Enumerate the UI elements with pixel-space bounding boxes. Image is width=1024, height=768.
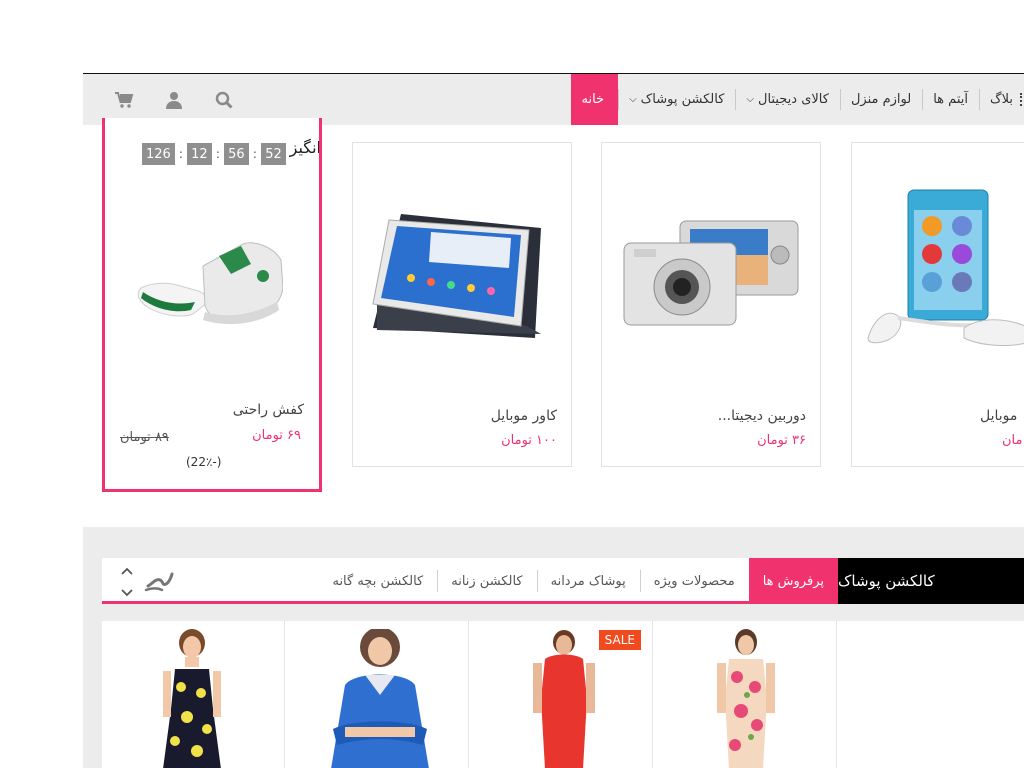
product-name[interactable]: موبایل xyxy=(980,408,1017,424)
product-card[interactable]: موبایل مان xyxy=(851,142,1024,467)
chevron-up-icon[interactable] xyxy=(121,567,133,575)
product-tile[interactable] xyxy=(653,621,837,768)
tab-men[interactable]: پوشاک مردانه xyxy=(536,558,640,604)
tab-kids[interactable]: کالکشن بچه گانه xyxy=(318,558,437,604)
music-player-image[interactable] xyxy=(864,188,1024,358)
countdown-timer: 126 : 12 : 56 : 52 xyxy=(142,143,286,165)
carousel-arrows xyxy=(120,567,134,597)
menu-item-home-appliances[interactable]: لوازم منزل xyxy=(839,74,922,125)
product-name[interactable]: دوربین دیجیتا... xyxy=(718,408,806,424)
tab-featured[interactable]: محصولات ویژه xyxy=(639,558,749,604)
product-price: ۶۹ تومان xyxy=(252,428,301,443)
product-old-price: ۸۹ تومان xyxy=(120,430,169,445)
timer-hours: 12 xyxy=(186,143,212,165)
sneaker-image[interactable] xyxy=(133,236,283,341)
timer-seconds: 52 xyxy=(260,143,286,165)
product-card[interactable]: دوربین دیجیتا... ۳۶ تومان xyxy=(601,142,821,467)
timer-minutes: 56 xyxy=(223,143,249,165)
tab-best-sellers[interactable]: پرفروش ها xyxy=(748,558,838,604)
collection-tabs: پرفروش ها محصولات ویژه پوشاک مردانه کالک… xyxy=(318,558,838,604)
menu-item-clothing[interactable]: کالکشن پوشاک ⌵ xyxy=(618,74,735,125)
floral-dress-image[interactable] xyxy=(157,629,227,768)
camera-image[interactable] xyxy=(620,215,805,330)
sale-badge: SALE xyxy=(598,630,641,650)
product-tile[interactable]: SALE xyxy=(469,621,653,768)
chevron-down-icon[interactable] xyxy=(121,589,133,597)
tablet-cover-image[interactable] xyxy=(371,208,549,343)
product-name[interactable]: کاور موبایل xyxy=(491,408,557,424)
chevron-down-icon: ⌵ xyxy=(629,94,637,105)
brand-logo-icon xyxy=(144,568,174,598)
search-icon[interactable] xyxy=(213,89,235,111)
menu-item-blog[interactable]: بلاگ xyxy=(978,74,1024,125)
collection-products: SALE xyxy=(102,621,1024,768)
menu-toggle-icon[interactable] xyxy=(1020,93,1023,106)
floral-sheath-dress-image[interactable] xyxy=(711,629,781,768)
discount-label: (22٪-) xyxy=(186,455,222,469)
special-offer-card[interactable]: انگیز 126 : 12 : 56 : 52 کفش راحتی ۶۹ تو… xyxy=(102,118,322,492)
product-price: مان xyxy=(1002,433,1023,448)
product-price: ۱۰۰ تومان xyxy=(501,433,557,448)
product-price: ۳۶ تومان xyxy=(757,433,806,448)
red-dress-image[interactable] xyxy=(529,629,599,768)
menu-item-digital[interactable]: کالای دیجیتال ⌵ xyxy=(735,74,840,125)
collection-section: کالکشن پوشاک پرفروش ها محصولات ویژه پوشا… xyxy=(83,527,1024,768)
menu-item-home[interactable]: خانه xyxy=(571,74,619,125)
cart-icon[interactable] xyxy=(113,89,135,111)
blue-sweater-image[interactable] xyxy=(325,629,435,768)
product-tile[interactable] xyxy=(285,621,469,768)
menu-item-items[interactable]: آیتم ها xyxy=(922,74,979,125)
product-name[interactable]: کفش راحتی xyxy=(233,402,304,418)
main-menu: خانه کالکشن پوشاک ⌵ کالای دیجیتال ⌵ لوازم … xyxy=(571,74,1024,125)
chevron-down-icon: ⌵ xyxy=(746,94,755,105)
collection-title: کالکشن پوشاک xyxy=(838,558,1024,604)
special-offer-title: انگیز xyxy=(289,138,321,157)
collection-tab-bar: کالکشن پوشاک پرفروش ها محصولات ویژه پوشا… xyxy=(102,558,1024,604)
user-icon[interactable] xyxy=(163,89,185,111)
tab-women[interactable]: کالکشن زنانه xyxy=(437,558,536,604)
timer-days: 126 xyxy=(142,143,175,165)
product-card[interactable]: کاور موبایل ۱۰۰ تومان xyxy=(352,142,572,467)
product-tile[interactable] xyxy=(837,621,1024,768)
product-tile[interactable] xyxy=(102,621,285,768)
